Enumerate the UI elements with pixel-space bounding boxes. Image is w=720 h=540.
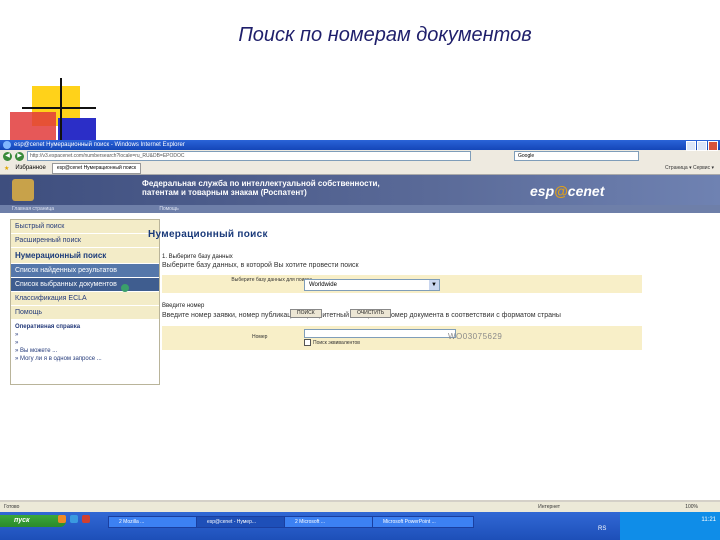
quicklaunch-icon[interactable] bbox=[70, 515, 78, 523]
sidebar-item-results-list[interactable]: Список найденных результатов bbox=[11, 264, 159, 278]
taskbar-button[interactable]: esp@cenet - Нумер... bbox=[196, 516, 288, 528]
taskbar-button[interactable]: Microsoft PowerPoint ... bbox=[372, 516, 474, 528]
espacenet-logo: esp@cenet bbox=[530, 183, 605, 199]
step-1-description: Выберите базу данных, в которой Вы хотит… bbox=[162, 262, 359, 269]
help-link-2[interactable]: » bbox=[15, 339, 155, 347]
step-1-heading: 1. Выберите базу данных bbox=[162, 254, 233, 260]
equivalents-checkbox-row[interactable]: Поиск эквивалентов bbox=[304, 339, 454, 346]
equivalents-label: Поиск эквивалентов bbox=[313, 339, 360, 346]
system-tray: 11:21 bbox=[620, 512, 720, 540]
page-title: Нумерационный поиск bbox=[148, 229, 268, 240]
sidebar-item-label: Список выбранных документов bbox=[15, 281, 117, 288]
sidebar-item-quick-search[interactable]: Быстрый поиск bbox=[11, 220, 159, 234]
url-input[interactable]: http://v3.espacenet.com/numbersearch?loc… bbox=[27, 151, 471, 161]
window-titlebar: esp@cenet Нумерационный поиск - Windows … bbox=[0, 140, 720, 151]
zone-text: Интернет bbox=[538, 504, 560, 510]
address-bar: ◀ ▶ http://v3.espacenet.com/numbersearch… bbox=[0, 150, 720, 162]
sidebar-item-selected-docs[interactable]: Список выбранных документов bbox=[11, 278, 159, 292]
quicklaunch-icon[interactable] bbox=[82, 515, 90, 523]
decor-vertical-line bbox=[60, 78, 62, 140]
minimize-button[interactable] bbox=[686, 141, 696, 151]
browser-search-input[interactable]: Google bbox=[514, 151, 639, 161]
search-button[interactable]: ПОИСК bbox=[290, 309, 322, 318]
taskbar-button[interactable]: 2 Microsoft ... bbox=[284, 516, 376, 528]
zoom-level[interactable]: 100% bbox=[685, 502, 698, 512]
database-select[interactable]: Worldwide ▼ bbox=[304, 279, 440, 291]
window-controls bbox=[686, 140, 718, 151]
window-title: esp@cenet Нумерационный поиск - Windows … bbox=[14, 142, 185, 148]
header-line-1: Федеральная служба по интеллектуальной с… bbox=[142, 179, 380, 188]
back-icon[interactable]: ◀ bbox=[3, 151, 12, 161]
star-icon[interactable]: ★ bbox=[4, 165, 9, 172]
sidebar-item-number-search[interactable]: Нумерационный поиск bbox=[11, 248, 159, 264]
equivalents-checkbox[interactable] bbox=[304, 339, 311, 346]
header-org-name: Федеральная служба по интеллектуальной с… bbox=[142, 179, 380, 197]
home-link[interactable]: Главная страница bbox=[12, 206, 54, 212]
forward-icon[interactable]: ▶ bbox=[15, 151, 24, 161]
start-button[interactable]: пуск bbox=[0, 515, 66, 527]
close-button[interactable] bbox=[708, 141, 718, 151]
emblem-logo bbox=[12, 179, 34, 201]
quick-help-title: Оперативная справка bbox=[15, 324, 81, 330]
decor-horizontal-line bbox=[22, 107, 96, 109]
clock[interactable]: 11:21 bbox=[701, 517, 716, 523]
slide-title: Поиск по номерам документов bbox=[238, 24, 532, 46]
site-header: Федеральная служба по интеллектуальной с… bbox=[0, 175, 720, 205]
sidebar: Быстрый поиск Расширенный поиск Нумераци… bbox=[10, 219, 160, 385]
header-line-2: патентам и товарным знакам (Роспатент) bbox=[142, 188, 307, 197]
clear-button[interactable]: ОЧИСТИТЬ bbox=[350, 309, 392, 318]
taskbar-button[interactable]: 2 Mozilla ... bbox=[108, 516, 200, 528]
status-text: Готово bbox=[4, 504, 20, 510]
database-selected-value: Worldwide bbox=[309, 282, 337, 288]
sidebar-item-advanced-search[interactable]: Расширенный поиск bbox=[11, 234, 159, 248]
database-panel: Выберите базу данных для поиска Worldwid… bbox=[162, 275, 642, 293]
favorites-label[interactable]: Избранное bbox=[15, 165, 45, 171]
step-2-heading: Введите номер bbox=[162, 303, 205, 309]
number-panel: Номер Поиск эквивалентов WO03075629 bbox=[162, 326, 642, 350]
help-link-3[interactable]: » Вы можете ... bbox=[15, 347, 155, 355]
help-link-4[interactable]: » Могу ли я в одном запросе ... bbox=[15, 355, 155, 363]
toolbar-tools[interactable]: Страница ▾ Сервис ▾ bbox=[665, 165, 714, 171]
status-bar: Готово Интернет 100% bbox=[0, 502, 720, 512]
maximize-button[interactable] bbox=[697, 141, 707, 151]
quick-help-panel: Оперативная справка » » » Вы можете ... … bbox=[11, 320, 159, 384]
help-link[interactable]: Помощь bbox=[159, 206, 178, 212]
browser-tab[interactable]: esp@cenet Нумерационный поиск bbox=[51, 162, 142, 174]
sidebar-item-ecla[interactable]: Классификация ECLA bbox=[11, 292, 159, 306]
number-label: Номер bbox=[252, 334, 268, 340]
web-page: Федеральная служба по интеллектуальной с… bbox=[0, 175, 720, 500]
sample-number: WO03075629 bbox=[448, 332, 503, 341]
browser-window: esp@cenet Нумерационный поиск - Windows … bbox=[0, 140, 720, 512]
sub-navigation: Главная страница Помощь bbox=[0, 205, 720, 213]
info-icon bbox=[121, 284, 129, 292]
language-indicator[interactable]: RS bbox=[598, 526, 606, 532]
number-input[interactable] bbox=[304, 329, 456, 338]
main-content: Нумерационный поиск 1. Выберите базу дан… bbox=[148, 229, 648, 350]
help-link-1[interactable]: » bbox=[15, 331, 155, 339]
ie-icon bbox=[3, 141, 11, 149]
sidebar-item-help[interactable]: Помощь bbox=[11, 306, 159, 320]
database-label: Выберите базу данных для поиска bbox=[231, 277, 312, 283]
chevron-down-icon[interactable]: ▼ bbox=[429, 280, 439, 290]
favorites-bar: ★ Избранное esp@cenet Нумерационный поис… bbox=[0, 162, 720, 175]
taskbar: пуск 2 Mozilla ... esp@cenet - Нумер... … bbox=[0, 512, 720, 540]
quicklaunch-icon[interactable] bbox=[58, 515, 66, 523]
